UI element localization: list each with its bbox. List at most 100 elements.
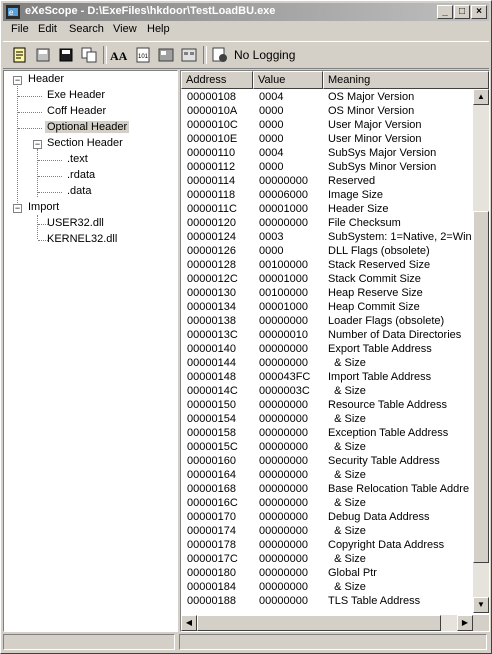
table-row[interactable]: 0000011C 00001000 Header Size	[181, 202, 471, 216]
address-cell: 00000114	[187, 175, 236, 187]
tree-expander-header[interactable]: −	[13, 76, 22, 85]
tree-node-data-section[interactable]: .data	[67, 185, 91, 197]
table-row[interactable]: 00000184 00000000 & Size	[181, 580, 471, 594]
menu-help[interactable]: Help	[147, 23, 170, 35]
table-row[interactable]: 0000016C 00000000 & Size	[181, 496, 471, 510]
table-row[interactable]: 00000168 00000000 Base Relocation Table Ad…	[181, 482, 471, 496]
maximize-button[interactable]: □	[454, 5, 470, 19]
tree-node-text-section[interactable]: .text	[67, 153, 88, 165]
scroll-down-button[interactable]: ▼	[473, 597, 489, 613]
binary-button[interactable]: 101	[134, 46, 152, 64]
tree-node-optional-header[interactable]: Optional Header	[45, 121, 130, 133]
meaning-cell: Security Table Address	[328, 455, 440, 467]
value-cell: 00000000	[259, 539, 308, 551]
tree-node-kernel32-dll[interactable]: KERNEL32.dll	[47, 233, 117, 245]
scroll-left-button[interactable]: ◀	[181, 615, 197, 631]
logging-status-label[interactable]: No Logging	[234, 48, 295, 62]
value-cell: 00000000	[259, 357, 308, 369]
tree-node-header[interactable]: Header	[28, 73, 64, 85]
table-row[interactable]: 0000013C 00000010 Number of Data Directori…	[181, 328, 471, 342]
column-header-value[interactable]: Value	[253, 71, 323, 89]
menu-search[interactable]: Search	[69, 23, 104, 35]
table-row[interactable]: 00000144 00000000 & Size	[181, 356, 471, 370]
table-row[interactable]: 00000154 00000000 & Size	[181, 412, 471, 426]
table-row[interactable]: 00000180 00000000 Global Ptr	[181, 566, 471, 580]
table-row[interactable]: 00000126 0000 DLL Flags (obsolete)	[181, 244, 471, 258]
open-button[interactable]	[11, 46, 29, 64]
menu-view[interactable]: View	[113, 23, 137, 35]
scroll-right-button[interactable]: ▶	[457, 615, 473, 631]
table-row[interactable]: 00000118 00006000 Image Size	[181, 188, 471, 202]
table-row[interactable]: 00000130 00100000 Heap Reserve Size	[181, 286, 471, 300]
table-row[interactable]: 00000148 000043FC Import Table Address	[181, 370, 471, 384]
column-header-meaning[interactable]: Meaning	[323, 71, 489, 89]
value-cell: 00000000	[259, 427, 308, 439]
table-row[interactable]: 0000012C 00001000 Stack Commit Size	[181, 272, 471, 286]
table-row[interactable]: 00000140 00000000 Export Table Address	[181, 342, 471, 356]
table-row[interactable]: 00000110 0004 SubSys Major Version	[181, 146, 471, 160]
tree-node-user32-dll[interactable]: USER32.dll	[47, 217, 104, 229]
table-row[interactable]: 00000124 0003 SubSystem: 1=Native, 2=Win	[181, 230, 471, 244]
address-cell: 0000010E	[187, 133, 238, 145]
table-row[interactable]: 00000174 00000000 & Size	[181, 524, 471, 538]
table-row[interactable]: 00000114 00000000 Reserved	[181, 174, 471, 188]
table-row[interactable]: 00000170 00000000 Debug Data Address	[181, 510, 471, 524]
window-title: eXeScope - D:\ExeFiles\hkdoor\TestLoadBU…	[25, 5, 276, 17]
table-row[interactable]: 00000160 00000000 Security Table Address	[181, 454, 471, 468]
table-row[interactable]: 00000138 00000000 Loader Flags (obsolete)	[181, 314, 471, 328]
table-row[interactable]: 00000158 00000000 Exception Table Address	[181, 426, 471, 440]
close-button[interactable]: ×	[471, 5, 487, 19]
tree-node-rdata-section[interactable]: .rdata	[67, 169, 95, 181]
tree-expander-section-header[interactable]: −	[33, 140, 42, 149]
resource-tree[interactable]: − Header Exe Header Coff Header Optional…	[3, 70, 178, 632]
horizontal-scrollbar[interactable]: ◀ ▶	[181, 615, 473, 631]
menu-edit[interactable]: Edit	[38, 23, 57, 35]
table-row[interactable]: 00000134 00001000 Heap Commit Size	[181, 300, 471, 314]
column-header-address[interactable]: Address	[181, 71, 253, 89]
table-row[interactable]: 00000178 00000000 Copyright Data Address	[181, 538, 471, 552]
minimize-button[interactable]: _	[437, 5, 453, 19]
table-row[interactable]: 0000017C 00000000 & Size	[181, 552, 471, 566]
table-row[interactable]: 00000108 0004 OS Major Version	[181, 90, 471, 104]
tree-node-section-header[interactable]: Section Header	[47, 137, 123, 149]
font-button[interactable]: AA	[110, 46, 128, 64]
save-as-button[interactable]	[57, 46, 75, 64]
horizontal-scroll-thumb[interactable]	[197, 615, 441, 631]
table-row[interactable]: 00000112 0000 SubSys Minor Version	[181, 160, 471, 174]
tree-node-exe-header[interactable]: Exe Header	[47, 89, 105, 101]
image-button[interactable]	[157, 46, 175, 64]
table-row[interactable]: 0000010C 0000 User Major Version	[181, 118, 471, 132]
meaning-cell: Debug Data Address	[328, 511, 430, 523]
address-cell: 00000140	[187, 343, 236, 355]
vertical-scrollbar[interactable]: ▲ ▼	[473, 89, 489, 613]
vertical-scroll-thumb[interactable]	[473, 211, 489, 563]
menu-file[interactable]: File	[11, 23, 29, 35]
tree-expander-import[interactable]: −	[13, 204, 22, 213]
arrow-up-icon: ▲	[477, 92, 485, 101]
table-row[interactable]: 00000120 00000000 File Checksum	[181, 216, 471, 230]
tree-line	[17, 83, 18, 211]
table-row[interactable]: 0000015C 00000000 & Size	[181, 440, 471, 454]
table-row[interactable]: 0000014C 0000003C & Size	[181, 384, 471, 398]
title-bar[interactable]: e eXeScope - D:\ExeFiles\hkdoor\TestLoad…	[3, 3, 489, 21]
address-cell: 00000134	[187, 301, 236, 313]
address-cell: 00000160	[187, 455, 236, 467]
table-row[interactable]: 0000010E 0000 User Minor Version	[181, 132, 471, 146]
table-row[interactable]: 00000128 00100000 Stack Reserved Size	[181, 258, 471, 272]
tree-node-import[interactable]: Import	[28, 201, 59, 213]
table-row[interactable]: 00000164 00000000 & Size	[181, 468, 471, 482]
copy-button[interactable]	[80, 46, 98, 64]
meaning-cell: OS Minor Version	[328, 105, 415, 117]
table-row[interactable]: 00000150 00000000 Resource Table Address	[181, 398, 471, 412]
tree-node-coff-header[interactable]: Coff Header	[47, 105, 106, 117]
save-button[interactable]	[34, 46, 52, 64]
meaning-cell: File Checksum	[328, 217, 401, 229]
table-row[interactable]: 0000010A 0000 OS Minor Version	[181, 104, 471, 118]
header-details-list[interactable]: Address Value Meaning 00000108 0004 OS Maj…	[180, 70, 490, 632]
address-cell: 00000180	[187, 567, 236, 579]
resource-button[interactable]	[180, 46, 198, 64]
logging-button[interactable]	[211, 46, 229, 64]
table-row[interactable]: 00000188 00000000 TLS Table Address	[181, 594, 471, 608]
meaning-cell: Heap Reserve Size	[328, 287, 423, 299]
scroll-up-button[interactable]: ▲	[473, 89, 489, 105]
